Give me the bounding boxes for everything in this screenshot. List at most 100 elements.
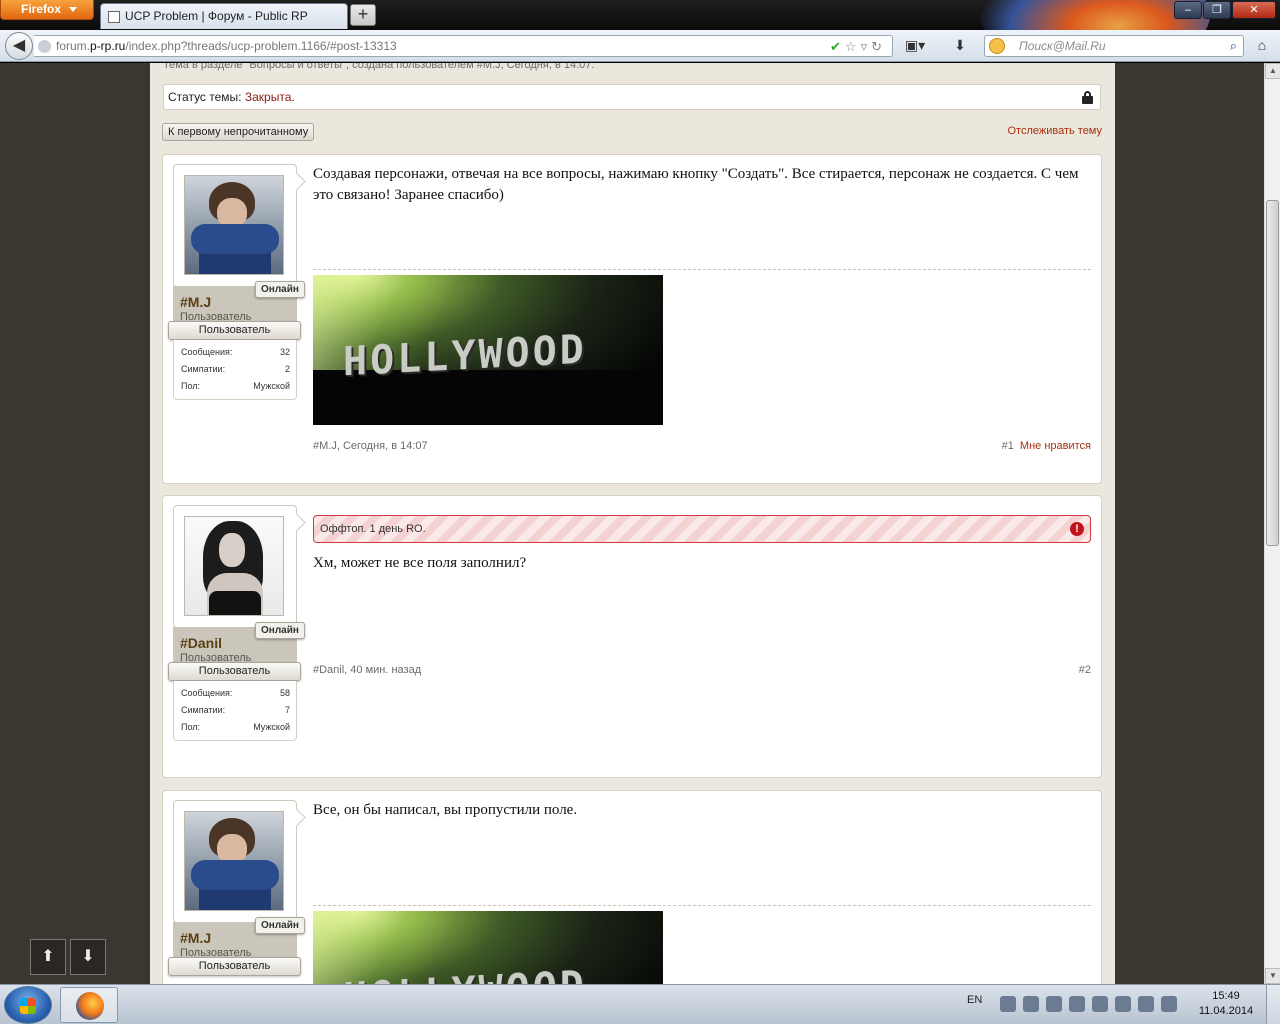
page-viewport: Тема в разделе "Вопросы и ответы", созда… [0,63,1264,984]
online-badge: Онлайн [255,281,305,298]
signature-image: HOLLYWOOD [313,911,663,984]
network-icon[interactable] [1115,996,1131,1012]
likes-count: 7 [284,705,290,715]
post-meta[interactable]: #Danil, 40 мин. назад [313,664,421,676]
tab-title: UCP Problem | Форум - Public RP [125,9,308,23]
page-scrollbar[interactable]: ▲ ▼ [1264,63,1280,984]
bookmarks-icon[interactable]: ▣▾ [903,37,927,55]
system-tray [1000,996,1184,1012]
avatar[interactable] [184,811,284,911]
browser-tab[interactable]: UCP Problem | Форум - Public RP [100,3,348,29]
forum-content: Тема в разделе "Вопросы и ответы", созда… [150,63,1115,984]
volume-icon[interactable] [1138,996,1154,1012]
alert-icon: ! [1070,522,1084,536]
close-button[interactable]: ✕ [1232,1,1276,19]
download-icon[interactable]: ⬇ [948,37,972,55]
signature-divider [313,905,1091,906]
thread-status-dot: . [291,90,295,104]
user-rank: Пользователь [168,957,301,976]
reload-icon[interactable]: ↻ [871,39,886,54]
post-actions: #2 [1079,664,1091,676]
search-input: Поиск@Mail.Ru [1019,39,1106,53]
clock-date: 11.04.2014 [1198,1005,1254,1017]
user-stats: Сообщения: 58 Симпатии: 7 Пол: Мужской [173,681,297,741]
tray-app-icon[interactable] [1023,996,1039,1012]
windows-taskbar: EN 15:49 11.04.2014 [0,984,1280,1024]
new-tab-button[interactable]: + [350,4,376,26]
scroll-thumb[interactable] [1266,200,1279,546]
messages-count[interactable]: 58 [280,685,290,702]
firefox-logo-icon [76,992,104,1020]
likes-label: Симпатии: [181,705,226,715]
avatar[interactable] [184,175,284,275]
user-info: #M.J Пользователь Онлайн Пользователь Со… [168,164,305,400]
search-engine-icon[interactable] [989,38,1005,54]
like-link[interactable]: Мне нравится [1020,440,1091,452]
arrow-down-icon: ⬇ [81,948,95,965]
watch-thread-link[interactable]: Отслеживать тему [1007,125,1102,137]
home-icon[interactable]: ⌂ [1250,37,1274,55]
scroll-down-icon[interactable]: ▼ [1265,968,1280,984]
user-info: #Danil Пользователь Онлайн Пользователь … [168,505,305,741]
window-controls: – ❐ ✕ [1173,1,1276,19]
minimize-button[interactable]: – [1174,1,1202,19]
avatar-frame [173,800,297,923]
messages-label: Сообщения: [181,688,233,698]
avatar[interactable] [184,516,284,616]
firefox-menu-button[interactable]: Firefox [0,0,94,20]
gender-value: Мужской [253,722,290,732]
thread-status-value: Закрыта [244,90,292,104]
gender-label: Пол: [181,381,201,391]
secure-check-icon[interactable]: ✔ [830,39,845,54]
post-2: #Danil Пользователь Онлайн Пользователь … [162,495,1102,778]
windows-start-icon [20,998,36,1014]
show-desktop-button[interactable] [1266,985,1280,1024]
post-number[interactable]: #1 [1002,440,1014,452]
url-path: /index.php?threads/ucp-problem.1166/#pos… [125,39,397,53]
gender-value: Мужской [253,381,290,391]
user-info: #M.J Пользователь Онлайн Пользователь [168,800,305,976]
dropdown-icon[interactable]: ▿ [861,39,872,54]
back-button[interactable]: ◀ [5,32,33,60]
maximize-button[interactable]: ❐ [1203,1,1231,19]
scroll-bottom-button[interactable]: ⬇ [70,939,106,975]
post-3: #M.J Пользователь Онлайн Пользователь Вс… [162,790,1102,984]
taskbar-firefox[interactable] [60,987,118,1023]
taskbar-clock[interactable]: 15:49 11.04.2014 [1194,989,1258,1019]
url-bar[interactable]: forum.p-rp.ru/index.php?threads/ucp-prob… [34,35,893,57]
url-host: p-rp.ru [90,39,126,53]
tray-app-icon[interactable] [1092,996,1108,1012]
user-rank: Пользователь [168,662,301,681]
back-arrow-icon: ◀ [12,37,26,54]
post-message: Создавая персонажи, отвечая на все вопро… [313,166,1079,203]
first-unread-button[interactable]: К первому непрочитанному [162,123,315,141]
thread-status-bar: Статус темы: Закрыта. [163,84,1101,110]
likes-label: Симпатии: [181,364,226,374]
gender-label: Пол: [181,722,201,732]
nvidia-icon[interactable] [1069,996,1085,1012]
post-actions: #1 Мне нравится [1002,440,1091,452]
likes-count: 2 [284,364,290,374]
signature-image: HOLLYWOOD [313,275,663,425]
tray-app-icon[interactable] [1046,996,1062,1012]
speaker-icon[interactable] [1161,996,1177,1012]
post-meta[interactable]: #M.J, Сегодня, в 14:07 [313,440,428,452]
bookmark-star-icon[interactable]: ☆ [845,39,861,54]
avatar-frame [173,505,297,628]
search-bar[interactable]: Поиск@Mail.Ru ⌕ [984,35,1244,57]
language-indicator[interactable]: EN [967,994,982,1006]
thread-meta: Тема в разделе "Вопросы и ответы", созда… [163,63,595,71]
search-icon[interactable]: ⌕ [1230,36,1237,56]
scroll-up-icon[interactable]: ▲ [1265,63,1280,79]
lock-icon [1082,91,1093,104]
url-prefix: forum. [56,39,91,53]
avatar-frame [173,164,297,287]
post-number[interactable]: #2 [1079,664,1091,676]
url-bar-icons: ✔☆▿↻ [830,37,886,57]
online-badge: Онлайн [255,622,305,639]
start-button[interactable] [4,986,52,1024]
messages-count[interactable]: 32 [280,344,290,361]
scroll-top-button[interactable]: ⬆ [30,939,66,975]
tray-app-icon[interactable] [1000,996,1016,1012]
arrow-up-icon: ⬆ [41,948,55,965]
